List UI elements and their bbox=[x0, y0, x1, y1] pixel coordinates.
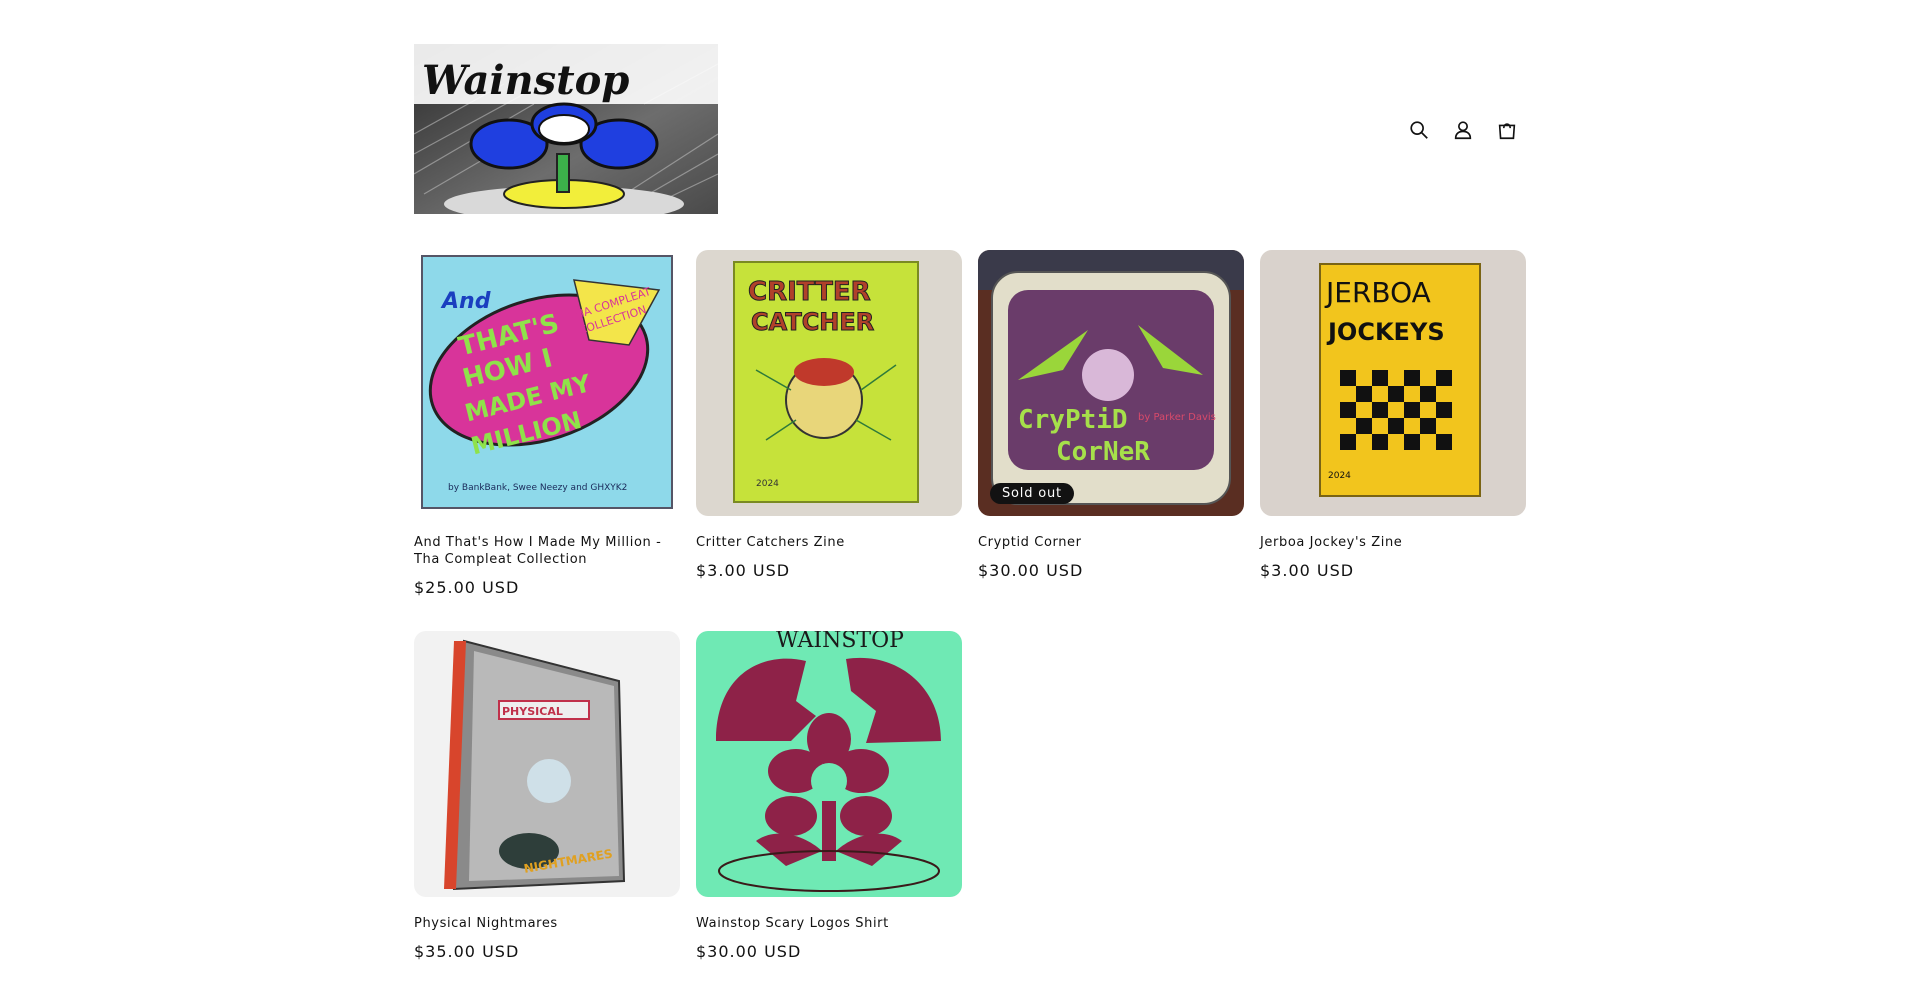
logo-wordmark: Wainstop bbox=[422, 57, 629, 104]
product-title[interactable]: And That's How I Made My Million - Tha C… bbox=[414, 534, 680, 568]
product-card: CryPtiD CorNeR by Parker Davis Sold out … bbox=[978, 250, 1244, 580]
product-title[interactable]: Cryptid Corner bbox=[978, 534, 1244, 551]
product-card: PHYSICAL NIGHTMARES Physical Nightmares … bbox=[414, 631, 680, 961]
svg-text:by Parker Davis: by Parker Davis bbox=[1138, 412, 1216, 423]
logo-image: Wainstop bbox=[414, 44, 718, 214]
product-price: $3.00 USD bbox=[1260, 561, 1355, 580]
search-icon bbox=[1410, 121, 1428, 139]
svg-text:CorNeR: CorNeR bbox=[1056, 437, 1150, 467]
product-title[interactable]: Wainstop Scary Logos Shirt bbox=[696, 915, 962, 932]
cart-button[interactable] bbox=[1485, 108, 1529, 152]
product-card: CRITTER CATCHER 2024 Critter Catchers Zi… bbox=[696, 250, 962, 580]
product-card: WAINSTOP Wainstop Scary Logos Shirt $30.… bbox=[696, 631, 962, 961]
store-page: Wainstop And THAT'S HOW I MADE MY MILLIO… bbox=[0, 0, 1920, 993]
svg-text:CRITTER: CRITTER bbox=[748, 277, 871, 307]
product-image: CryPtiD CorNeR by Parker Davis bbox=[978, 250, 1244, 516]
product-title[interactable]: Critter Catchers Zine bbox=[696, 534, 962, 551]
product-price: $30.00 USD bbox=[696, 942, 802, 961]
product-price: $30.00 USD bbox=[978, 561, 1084, 580]
product-image: JERBOA JOCKEYS 2024 bbox=[1260, 250, 1526, 516]
product-image: PHYSICAL NIGHTMARES bbox=[414, 631, 680, 897]
product-price: $25.00 USD bbox=[414, 578, 520, 597]
svg-text:JERBOA: JERBOA bbox=[1324, 276, 1431, 309]
product-card: JERBOA JOCKEYS 2024 Jerboa Jockey's Zine… bbox=[1260, 250, 1526, 580]
svg-text:by BankBank, Swee Neezy and GH: by BankBank, Swee Neezy and GHXYK2 bbox=[448, 483, 627, 493]
product-image: And THAT'S HOW I MADE MY MILLION THA COM… bbox=[414, 250, 680, 516]
svg-text:PHYSICAL: PHYSICAL bbox=[502, 705, 563, 718]
product-image-link[interactable]: CryPtiD CorNeR by Parker Davis Sold out bbox=[978, 250, 1244, 516]
product-image-link[interactable]: JERBOA JOCKEYS 2024 bbox=[1260, 250, 1526, 516]
product-image: CRITTER CATCHER 2024 bbox=[696, 250, 962, 516]
svg-text:2024: 2024 bbox=[756, 479, 779, 489]
product-title[interactable]: Jerboa Jockey's Zine bbox=[1260, 534, 1526, 551]
search-button[interactable] bbox=[1397, 108, 1441, 152]
account-button[interactable] bbox=[1441, 108, 1485, 152]
svg-text:And: And bbox=[440, 289, 491, 314]
product-image-link[interactable]: CRITTER CATCHER 2024 bbox=[696, 250, 962, 516]
product-card: And THAT'S HOW I MADE MY MILLION THA COM… bbox=[414, 250, 680, 597]
svg-text:CryPtiD: CryPtiD bbox=[1018, 405, 1128, 435]
svg-text:2024: 2024 bbox=[1328, 471, 1351, 481]
account-icon bbox=[1454, 121, 1472, 140]
header-icons bbox=[1397, 108, 1529, 152]
product-price: $35.00 USD bbox=[414, 942, 520, 961]
product-image: WAINSTOP bbox=[696, 631, 962, 897]
svg-text:CATCHER: CATCHER bbox=[751, 308, 874, 336]
product-title[interactable]: Physical Nightmares bbox=[414, 915, 680, 932]
store-logo[interactable]: Wainstop bbox=[414, 44, 718, 214]
product-image-link[interactable]: PHYSICAL NIGHTMARES bbox=[414, 631, 680, 897]
svg-text:WAINSTOP: WAINSTOP bbox=[776, 631, 904, 653]
product-price: $3.00 USD bbox=[696, 561, 791, 580]
product-image-link[interactable]: And THAT'S HOW I MADE MY MILLION THA COM… bbox=[414, 250, 680, 516]
svg-text:JOCKEYS: JOCKEYS bbox=[1326, 318, 1445, 346]
product-image-link[interactable]: WAINSTOP bbox=[696, 631, 962, 897]
cart-icon bbox=[1498, 123, 1516, 140]
sold-out-badge: Sold out bbox=[990, 483, 1074, 504]
